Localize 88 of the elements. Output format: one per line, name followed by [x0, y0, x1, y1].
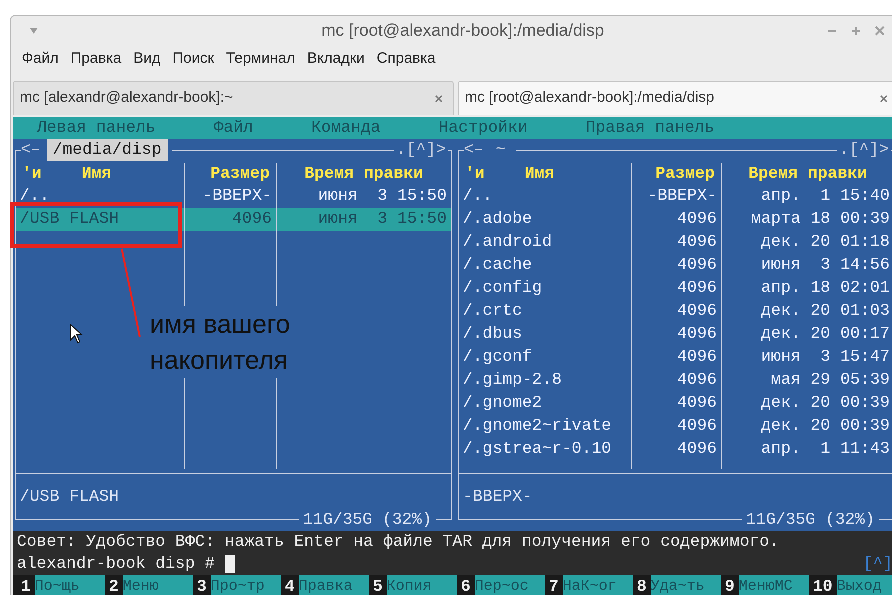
file-size[interactable]: 4096 — [632, 231, 721, 254]
file-size[interactable]: 4096 — [632, 208, 721, 231]
file-date[interactable]: апр. 18 02:01 — [722, 277, 892, 300]
file-name[interactable]: /.gnome2 — [459, 392, 631, 415]
mini-status: -ВВЕРХ- — [463, 486, 532, 508]
file-name[interactable]: /.gstrea~r-0.10 — [459, 438, 631, 461]
function-key-number: 6 — [460, 576, 472, 595]
file-name[interactable]: /.adobe — [459, 208, 631, 231]
function-key-number: 9 — [724, 576, 736, 595]
panel-nav[interactable]: <– — [464, 139, 484, 161]
column-header: Размер — [656, 163, 715, 185]
tab[interactable]: mc [root@alexandr-book]:/media/disp — [458, 81, 892, 115]
close-tab-icon[interactable] — [435, 94, 443, 102]
panel-nav[interactable]: <– — [21, 139, 41, 161]
file-size[interactable]: 4096 — [632, 346, 721, 369]
maximize-icon[interactable] — [851, 26, 861, 36]
function-key-number: 4 — [284, 576, 296, 595]
tab-label: mc [root@alexandr-book]:/media/disp — [465, 88, 716, 108]
file-name[interactable]: /.android — [459, 231, 631, 254]
column-header: 'и — [22, 163, 42, 185]
file-size[interactable]: -ВВЕРХ- — [185, 185, 276, 208]
panel-path: /media/disp — [46, 139, 168, 161]
file-size[interactable]: 4096 — [632, 300, 721, 323]
file-date[interactable]: апр. 1 11:43 — [722, 438, 892, 461]
tab[interactable]: mc [alexandr@alexandr-book]:~ — [13, 81, 454, 115]
function-key-number: 7 — [548, 576, 560, 595]
mouse-cursor-icon — [70, 324, 84, 344]
file-size[interactable]: 4096 — [632, 254, 721, 277]
file-date[interactable]: марта 18 00:39 — [722, 208, 892, 231]
file-name[interactable]: /.. — [16, 185, 184, 208]
window-title: mc [root@alexandr-book]:/media/disp — [320, 20, 606, 42]
file-name[interactable]: /.crtc — [459, 300, 631, 323]
file-name[interactable]: /.config — [459, 277, 631, 300]
menu-item[interactable]: Правка — [70, 48, 123, 71]
file-date[interactable]: июня 3 15:50 — [277, 208, 451, 231]
file-name[interactable]: /.cache — [459, 254, 631, 277]
panel-path: ~ — [494, 139, 507, 161]
menu-item[interactable]: Поиск — [172, 48, 216, 71]
file-date[interactable]: апр. 1 15:40 — [722, 185, 892, 208]
file-date[interactable]: дек. 20 00:39 — [722, 415, 892, 438]
mini-status: /USB FLASH — [20, 486, 120, 508]
file-name[interactable]: /.dbus — [459, 323, 631, 346]
column-header: Время правки — [748, 163, 868, 185]
file-name[interactable]: /.gnome2~rivate — [459, 415, 631, 438]
hint-line: Совет: Удобство ВФС: нажать Enter на файле TAR для получения его содержимого. — [17, 531, 780, 553]
menu-item[interactable]: Справка — [376, 48, 437, 71]
file-size[interactable]: 4096 — [632, 277, 721, 300]
close-tab-icon[interactable] — [880, 94, 888, 102]
function-key-number: 1 — [20, 576, 32, 595]
file-size[interactable]: 4096 — [185, 208, 276, 231]
file-size[interactable]: 4096 — [632, 415, 721, 438]
file-date[interactable]: мая 29 05:39 — [722, 369, 892, 392]
function-key-number: 3 — [196, 576, 208, 595]
file-date[interactable]: июня 3 14:56 — [722, 254, 892, 277]
file-date[interactable]: июня 3 15:50 — [277, 185, 451, 208]
file-date[interactable]: дек. 20 01:03 — [722, 300, 892, 323]
file-size[interactable]: 4096 — [632, 323, 721, 346]
file-name[interactable]: /.gimp-2.8 — [459, 369, 631, 392]
file-size[interactable]: -ВВЕРХ- — [632, 185, 721, 208]
menu-item[interactable]: Терминал — [225, 48, 296, 71]
tab-label: mc [alexandr@alexandr-book]:~ — [20, 88, 234, 108]
column-header: Имя — [524, 163, 555, 185]
file-date[interactable]: дек. 20 01:18 — [722, 231, 892, 254]
close-icon[interactable] — [875, 26, 885, 36]
function-key-number: 10 — [812, 576, 834, 595]
column-header: Время правки — [304, 163, 424, 185]
menu-item[interactable]: Вкладки — [306, 48, 366, 71]
function-key-number: 2 — [108, 576, 120, 595]
command-prompt: alexandr-book disp # — [17, 553, 216, 575]
file-size[interactable]: 4096 — [632, 438, 721, 461]
menu-item[interactable]: Вид — [132, 48, 162, 71]
file-date[interactable]: июня 3 15:47 — [722, 346, 892, 369]
menu-item[interactable]: Файл — [21, 48, 60, 71]
window-menu-icon[interactable] — [29, 27, 39, 35]
column-header: Имя — [82, 163, 112, 185]
file-name[interactable]: /.. — [459, 185, 631, 208]
text-cursor — [225, 555, 236, 573]
function-key-number: 8 — [636, 576, 648, 595]
prompt-marker[interactable]: [^] — [863, 553, 892, 575]
function-key-number: 5 — [372, 576, 384, 595]
file-size[interactable]: 4096 — [632, 392, 721, 415]
file-date[interactable]: дек. 20 00:39 — [722, 392, 892, 415]
file-name[interactable]: /.gconf — [459, 346, 631, 369]
file-size[interactable]: 4096 — [632, 369, 721, 392]
column-header: 'и — [465, 163, 485, 185]
file-date[interactable]: дек. 20 00:17 — [722, 323, 892, 346]
column-header: Размер — [210, 163, 270, 185]
file-name[interactable]: /USB FLASH — [16, 208, 184, 231]
